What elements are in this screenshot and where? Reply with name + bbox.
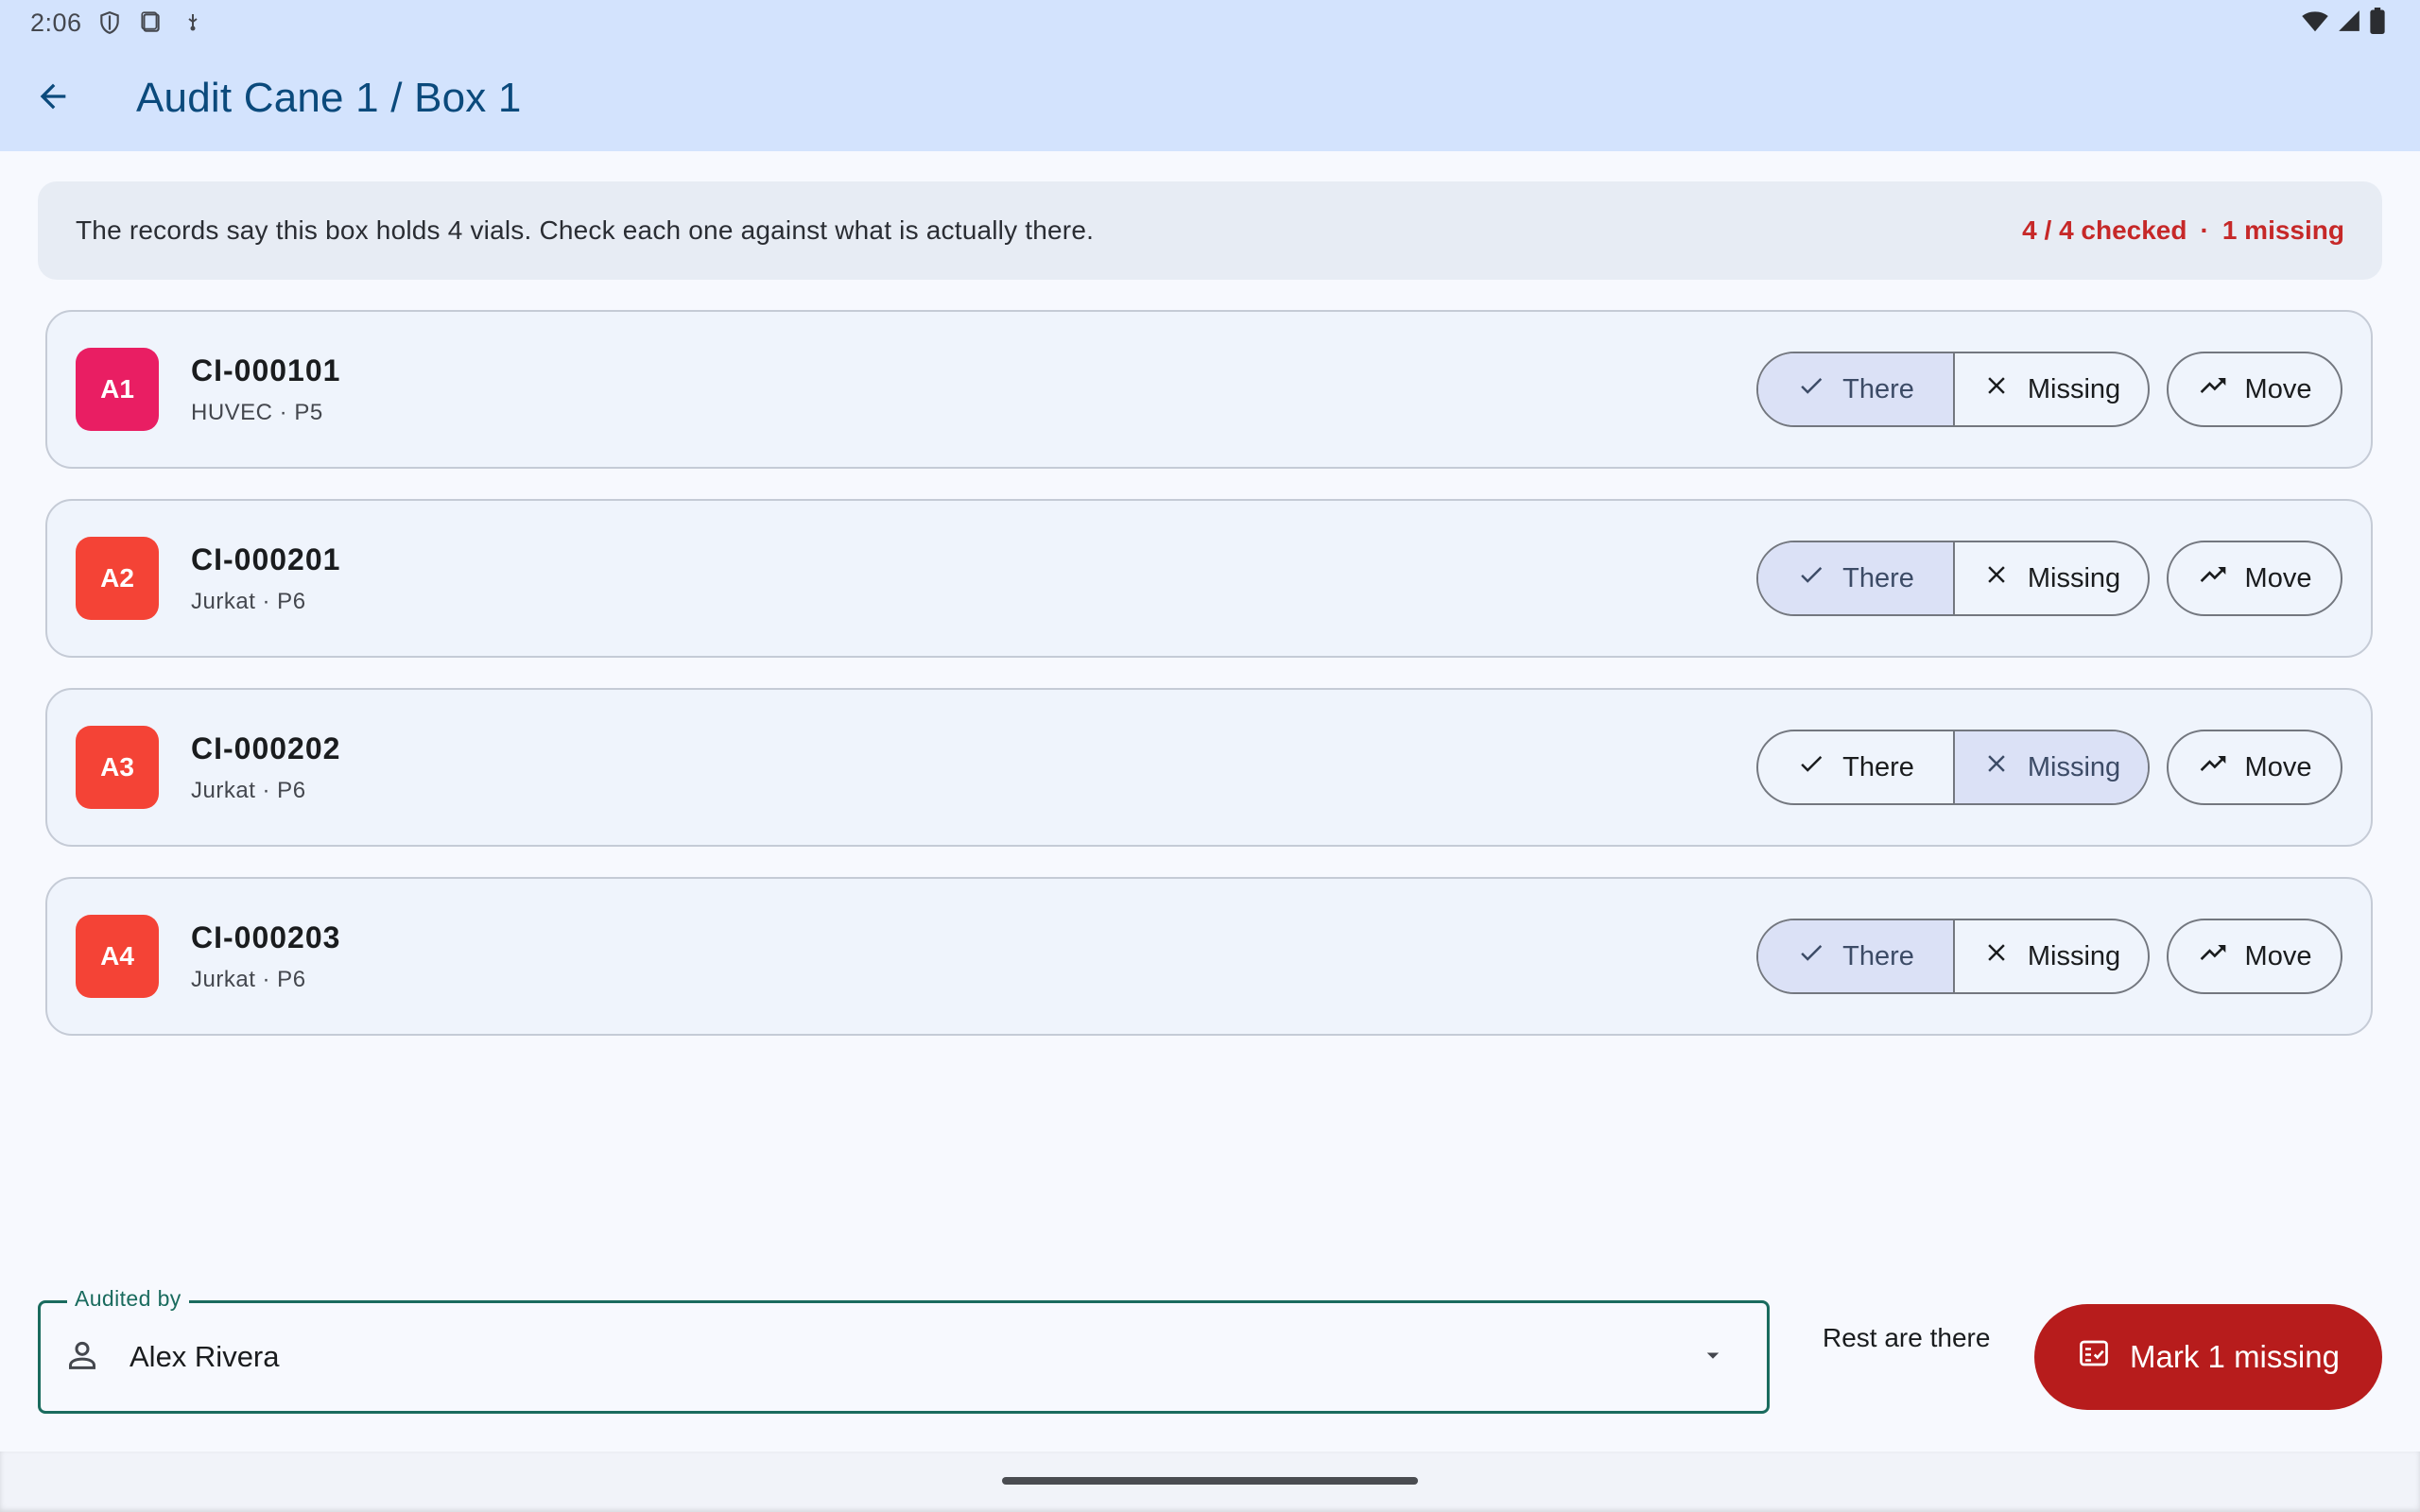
move-label: Move [2244,940,2312,971]
trending-up-icon [2198,748,2228,786]
there-label: There [1842,562,1914,593]
shield-icon [95,9,124,37]
missing-button[interactable]: Missing [1953,353,2148,425]
gesture-handle[interactable] [1002,1477,1418,1485]
trending-up-icon [2198,559,2228,597]
app-bar: Audit Cane 1 / Box 1 [0,45,2420,151]
move-button[interactable]: Move [2167,541,2342,616]
page-title: Audit Cane 1 / Box 1 [136,75,522,121]
close-icon [1982,371,2011,407]
back-button[interactable] [15,60,91,136]
close-icon [1982,560,2011,596]
there-button[interactable]: There [1758,542,1953,614]
vial-subtitle: Jurkat · P6 [191,777,306,803]
screenshot-icon [137,9,165,37]
missing-label: Missing [2027,373,2121,404]
usb-debug-icon [179,9,207,37]
position-badge: A1 [76,348,159,431]
summary-message: The records say this box holds 4 vials. … [76,215,1095,245]
summary-separator: · [2200,215,2209,245]
vial-subtitle: Jurkat · P6 [191,966,306,992]
there-label: There [1842,940,1914,971]
status-bar-left: 2:06 [30,9,207,38]
move-label: Move [2244,562,2312,593]
mark-missing-button[interactable]: Mark 1 missing [2034,1304,2382,1410]
vial-list: A1 CI-000101 HUVEC · P5 There Missing Mo… [45,310,2373,1066]
checked-count: 4 / 4 checked [2022,215,2187,245]
there-button[interactable]: There [1758,353,1953,425]
missing-label: Missing [2027,940,2121,971]
auditor-value: Alex Rivera [130,1340,280,1373]
audited-by-label: Audited by [67,1286,189,1312]
vial-id: CI-000203 [191,919,341,954]
audited-by-dropdown[interactable]: Audited by Alex Rivera [38,1286,1770,1414]
rest-are-there-button[interactable]: Rest are there [1800,1304,2013,1372]
vial-card-a2: A2 CI-000201 Jurkat · P6 There Missing M… [45,499,2373,658]
vial-info: CI-000202 Jurkat · P6 [191,731,340,804]
battery-icon [2369,7,2386,39]
position-badge: A2 [76,537,159,620]
status-segmented-button: There Missing [1756,541,2150,616]
missing-label: Missing [2027,751,2121,782]
move-label: Move [2244,373,2312,404]
vial-actions: There Missing Move [1756,730,2342,805]
trending-up-icon [2198,370,2228,408]
vial-actions: There Missing Move [1756,352,2342,427]
dropdown-arrow-icon [1699,1341,1727,1374]
vial-actions: There Missing Move [1756,919,2342,994]
missing-button[interactable]: Missing [1953,542,2148,614]
fact-check-icon [2077,1336,2111,1378]
person-icon [63,1336,101,1379]
check-icon [1797,938,1825,974]
vial-card-a4: A4 CI-000203 Jurkat · P6 There Missing M… [45,877,2373,1036]
vial-subtitle: Jurkat · P6 [191,588,306,614]
close-icon [1982,749,2011,785]
summary-stats: 4 / 4 checked · 1 missing [2022,215,2344,246]
move-label: Move [2244,751,2312,782]
status-bar-right [2301,7,2386,39]
missing-count: 1 missing [2221,215,2344,245]
status-segmented-button: There Missing [1756,352,2150,427]
position-badge: A4 [76,915,159,998]
cell-signal-icon [2337,9,2361,38]
there-button[interactable]: There [1758,731,1953,803]
vial-actions: There Missing Move [1756,541,2342,616]
status-segmented-button: There Missing [1756,919,2150,994]
vial-id: CI-000201 [191,541,341,576]
trending-up-icon [2198,937,2228,975]
missing-button[interactable]: Missing [1953,920,2148,992]
vial-info: CI-000203 Jurkat · P6 [191,920,340,993]
there-label: There [1842,373,1914,404]
close-icon [1982,938,2011,974]
there-label: There [1842,751,1914,782]
vial-card-a3: A3 CI-000202 Jurkat · P6 There Missing M… [45,688,2373,847]
check-icon [1797,560,1825,596]
vial-info: CI-000201 Jurkat · P6 [191,542,340,615]
vial-subtitle: HUVEC · P5 [191,399,323,425]
check-icon [1797,371,1825,407]
vial-card-a1: A1 CI-000101 HUVEC · P5 There Missing Mo… [45,310,2373,469]
position-badge: A3 [76,726,159,809]
audit-summary-banner: The records say this box holds 4 vials. … [38,181,2382,280]
vial-info: CI-000101 HUVEC · P5 [191,353,340,426]
status-bar: 2:06 [0,0,2420,45]
top-app-bar-region: 2:06 Audit Cane 1 / Box 1 [0,0,2420,151]
missing-button[interactable]: Missing [1953,731,2148,803]
arrow-back-icon [34,77,72,120]
mark-missing-label: Mark 1 missing [2130,1339,2340,1374]
move-button[interactable]: Move [2167,730,2342,805]
vial-id: CI-000101 [191,352,341,387]
missing-label: Missing [2027,562,2121,593]
status-time: 2:06 [30,8,82,37]
wifi-icon [2301,9,2329,38]
move-button[interactable]: Move [2167,919,2342,994]
check-icon [1797,749,1825,785]
move-button[interactable]: Move [2167,352,2342,427]
status-segmented-button: There Missing [1756,730,2150,805]
vial-id: CI-000202 [191,730,341,765]
there-button[interactable]: There [1758,920,1953,992]
